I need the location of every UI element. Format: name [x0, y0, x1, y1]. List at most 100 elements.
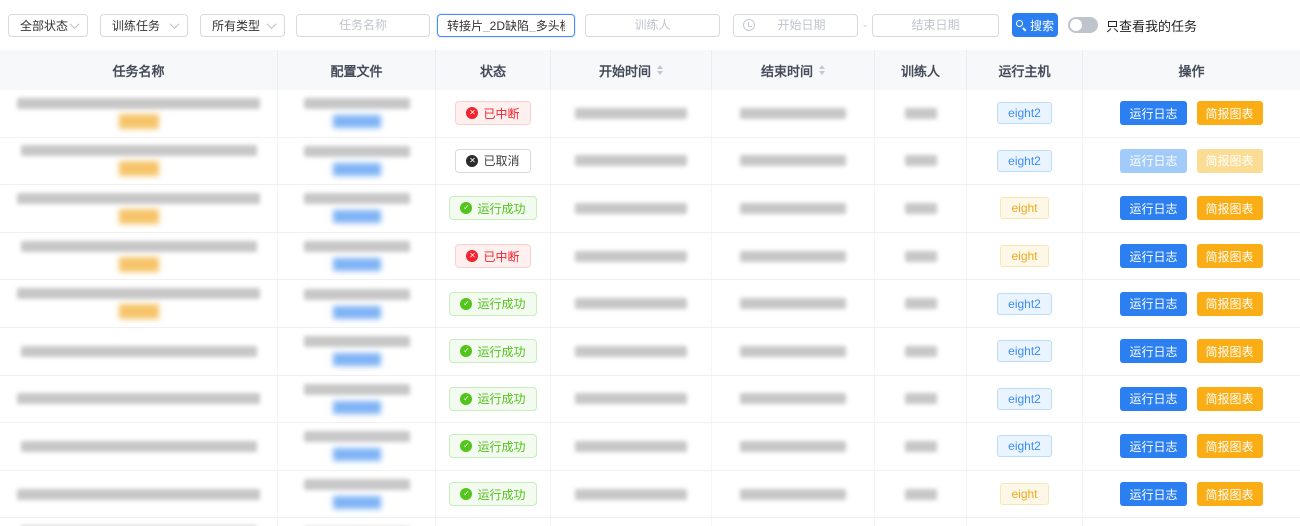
end-time-cell [712, 233, 875, 280]
trainer-cell [875, 90, 967, 137]
trainer-redacted [905, 108, 937, 119]
report-chart-button[interactable]: 简报图表 [1197, 434, 1263, 458]
actions-cell: 运行日志 简报图表 [1083, 90, 1300, 137]
model-search-input[interactable] [447, 18, 565, 32]
task-tag-redacted [119, 257, 159, 272]
run-log-button[interactable]: 运行日志 [1120, 339, 1186, 363]
search-button[interactable]: 搜索 [1012, 13, 1058, 37]
report-chart-button[interactable]: 简报图表 [1197, 101, 1263, 125]
config-link-redacted[interactable] [333, 401, 381, 414]
column-header-task-name: 任务名称 [0, 50, 278, 90]
status-label: 已中断 [483, 248, 519, 265]
task-type-filter-value: 训练任务 [112, 17, 160, 34]
task-name-input-wrap [296, 14, 430, 37]
config-file-redacted [304, 336, 410, 347]
status-icon [466, 250, 478, 262]
host-cell: eight [967, 233, 1083, 280]
end-time-redacted [740, 441, 846, 452]
status-icon [460, 488, 472, 500]
column-label: 开始时间 [599, 61, 651, 80]
table-row: 运行成功 eight2 运行日志 简报图表 [0, 328, 1300, 376]
column-label: 训练人 [901, 61, 940, 80]
trainer-cell [875, 233, 967, 280]
status-badge: 运行成功 [449, 339, 536, 363]
status-filter-value: 全部状态 [20, 17, 68, 34]
start-time-redacted [575, 441, 687, 452]
task-tag-redacted [119, 304, 159, 319]
model-search-input-wrap [437, 14, 575, 37]
status-cell: 已中断 [436, 90, 551, 137]
sort-icon[interactable] [819, 65, 825, 75]
config-link-redacted[interactable] [333, 496, 381, 509]
start-date-input[interactable] [733, 14, 858, 37]
run-log-button[interactable]: 运行日志 [1120, 244, 1186, 268]
config-link-redacted[interactable] [333, 163, 381, 176]
config-file-redacted [304, 384, 410, 395]
task-name-redacted [17, 393, 260, 404]
trainer-redacted [905, 203, 937, 214]
column-header-config-file: 配置文件 [278, 50, 436, 90]
task-name-cell [0, 518, 278, 526]
toggle-knob [1070, 19, 1082, 31]
config-file-cell [278, 185, 436, 232]
report-chart-button[interactable]: 简报图表 [1197, 339, 1263, 363]
run-log-button[interactable]: 运行日志 [1120, 482, 1186, 506]
start-time-cell [551, 518, 712, 526]
column-label: 运行主机 [998, 61, 1050, 80]
run-log-button[interactable]: 运行日志 [1120, 101, 1186, 125]
trainer-redacted [905, 441, 937, 452]
run-log-button[interactable]: 运行日志 [1120, 149, 1186, 173]
run-log-button[interactable]: 运行日志 [1120, 196, 1186, 220]
task-type-filter-select[interactable]: 训练任务 [100, 14, 188, 37]
report-chart-button[interactable]: 简报图表 [1197, 292, 1263, 316]
run-log-button[interactable]: 运行日志 [1120, 292, 1186, 316]
host-cell: eight2 [967, 376, 1083, 423]
report-chart-button[interactable]: 简报图表 [1197, 244, 1263, 268]
host-badge: eight2 [997, 435, 1052, 457]
table-row: 已中断 eight 运行日志 简报图表 [0, 233, 1300, 281]
sort-icon[interactable] [657, 65, 663, 75]
start-time-cell [551, 233, 712, 280]
config-link-redacted[interactable] [333, 210, 381, 223]
end-date-field[interactable] [882, 18, 989, 32]
actions-cell: 运行日志 简报图表 [1083, 423, 1300, 470]
config-link-redacted[interactable] [333, 258, 381, 271]
trainer-input[interactable] [595, 18, 710, 32]
run-log-button[interactable]: 运行日志 [1120, 387, 1186, 411]
task-name-input[interactable] [306, 18, 420, 32]
status-label: 已取消 [483, 152, 519, 169]
status-badge: 运行成功 [449, 434, 536, 458]
start-time-redacted [575, 108, 687, 119]
column-label: 结束时间 [761, 61, 813, 80]
start-time-cell [551, 376, 712, 423]
end-time-redacted [740, 393, 846, 404]
end-date-input[interactable] [872, 14, 999, 37]
config-file-cell [278, 471, 436, 518]
host-cell: eight2 [967, 90, 1083, 137]
task-name-redacted [21, 145, 257, 156]
config-link-redacted[interactable] [333, 353, 381, 366]
task-name-redacted [21, 441, 257, 452]
report-chart-button[interactable]: 简报图表 [1197, 149, 1263, 173]
report-chart-button[interactable]: 简报图表 [1197, 387, 1263, 411]
trainer-cell [875, 328, 967, 375]
host-badge: eight2 [997, 388, 1052, 410]
status-filter-select[interactable]: 全部状态 [8, 14, 88, 37]
category-filter-select[interactable]: 所有类型 [200, 14, 285, 37]
config-file-cell [278, 518, 436, 526]
start-date-field[interactable] [755, 18, 848, 32]
column-header-end-time[interactable]: 结束时间 [712, 50, 875, 90]
config-link-redacted[interactable] [333, 306, 381, 319]
status-label: 运行成功 [477, 390, 525, 407]
trainer-redacted [905, 298, 937, 309]
table-row: 运行成功 eight2 运行日志 简报图表 [0, 376, 1300, 424]
config-file-redacted [304, 193, 410, 204]
trainer-input-wrap [585, 14, 720, 37]
report-chart-button[interactable]: 简报图表 [1197, 482, 1263, 506]
column-header-start-time[interactable]: 开始时间 [551, 50, 712, 90]
config-link-redacted[interactable] [333, 448, 381, 461]
my-tasks-toggle[interactable] [1068, 17, 1098, 33]
run-log-button[interactable]: 运行日志 [1120, 434, 1186, 458]
report-chart-button[interactable]: 简报图表 [1197, 196, 1263, 220]
config-link-redacted[interactable] [333, 115, 381, 128]
